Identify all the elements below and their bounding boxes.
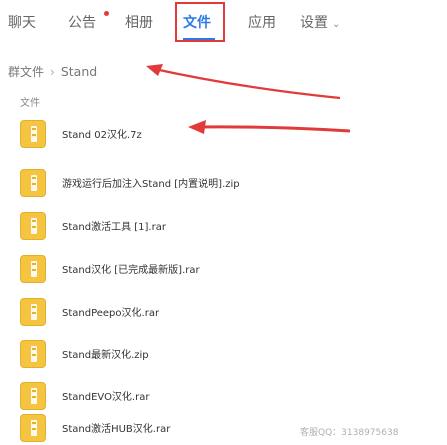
archive-file-icon bbox=[20, 169, 46, 197]
tab-chat[interactable]: 聊天 bbox=[8, 14, 36, 32]
notification-dot-icon bbox=[104, 11, 109, 16]
chevron-down-icon: ⌄ bbox=[332, 19, 341, 30]
tab-bar: 聊天 公告 相册 文件 应用 设置 ⌄ bbox=[0, 0, 447, 46]
file-row[interactable]: StandPeepo汉化.rar bbox=[0, 296, 447, 328]
file-name[interactable]: StandEVO汉化.rar bbox=[62, 388, 149, 403]
file-name[interactable]: Stand最新汉化.zip bbox=[62, 346, 149, 361]
file-name[interactable]: Stand 02汉化.7z bbox=[62, 126, 142, 141]
tab-album[interactable]: 相册 bbox=[125, 14, 153, 32]
file-row[interactable]: Stand激活工具 [1].rar bbox=[0, 210, 447, 242]
archive-file-icon bbox=[20, 340, 46, 368]
archive-file-icon bbox=[20, 255, 46, 283]
file-name[interactable]: StandPeepo汉化.rar bbox=[62, 304, 159, 319]
file-row[interactable]: Stand 02汉化.7z bbox=[0, 118, 447, 150]
breadcrumb-root[interactable]: 群文件 bbox=[8, 65, 44, 79]
file-name[interactable]: Stand激活HUB汉化.rar bbox=[62, 420, 170, 435]
archive-file-icon bbox=[20, 212, 46, 240]
breadcrumb-current: Stand bbox=[60, 64, 98, 79]
file-name[interactable]: 游戏运行后加注入Stand [内置说明].zip bbox=[62, 175, 240, 190]
column-header-file: 文件 bbox=[20, 98, 40, 109]
tab-settings[interactable]: 设置 ⌄ bbox=[300, 14, 340, 34]
file-row[interactable]: Stand最新汉化.zip bbox=[0, 338, 447, 370]
annotation-arrowhead bbox=[146, 64, 163, 76]
tab-files[interactable]: 文件 bbox=[183, 14, 211, 32]
tab-announcement[interactable]: 公告 bbox=[68, 14, 96, 32]
file-row[interactable]: 游戏运行后加注入Stand [内置说明].zip bbox=[0, 167, 447, 199]
file-name[interactable]: Stand汉化 [已完成最新版].rar bbox=[62, 261, 200, 276]
archive-file-icon bbox=[20, 120, 46, 148]
archive-file-icon bbox=[20, 298, 46, 326]
annotation-arrow-line bbox=[149, 66, 341, 100]
active-tab-underline bbox=[183, 38, 215, 40]
file-row[interactable]: Stand汉化 [已完成最新版].rar bbox=[0, 253, 447, 285]
file-row[interactable]: StandEVO汉化.rar bbox=[0, 380, 447, 412]
breadcrumb: 群文件 › Stand bbox=[8, 63, 97, 80]
breadcrumb-separator: › bbox=[50, 65, 55, 79]
file-name[interactable]: Stand激活工具 [1].rar bbox=[62, 218, 166, 233]
tab-settings-label: 设置 bbox=[300, 15, 328, 31]
tab-apps[interactable]: 应用 bbox=[248, 14, 276, 32]
archive-file-icon bbox=[20, 382, 46, 410]
archive-file-icon bbox=[20, 414, 46, 442]
watermark: 客服QQ：3138975638 bbox=[300, 428, 399, 438]
